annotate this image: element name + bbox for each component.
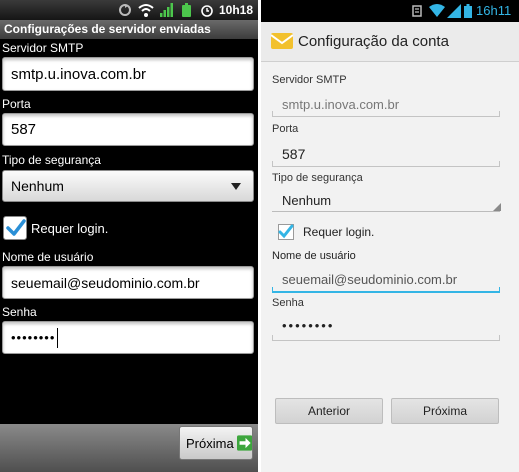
right-screen: 16h11 Configuração da conta Servidor SMT…	[261, 0, 519, 472]
battery-icon	[182, 3, 191, 17]
username-value: seuemail@seudominio.com.br	[11, 274, 200, 291]
smtp-label: Servidor SMTP	[272, 74, 347, 86]
text-cursor	[57, 327, 59, 348]
login-checkbox[interactable]	[3, 216, 27, 240]
username-input[interactable]: seuemail@seudominio.com.br	[2, 266, 254, 299]
status-bar: 10h18	[0, 0, 258, 21]
username-underline	[272, 287, 500, 293]
username-label: Nome de usuário	[272, 250, 356, 262]
port-label: Porta	[272, 123, 299, 135]
dropdown-arrow-icon	[231, 183, 241, 190]
port-input[interactable]: 587	[282, 146, 305, 162]
security-label: Tipo de segurança	[272, 172, 363, 184]
action-bar: Configuração da conta	[261, 22, 519, 62]
security-select[interactable]: Nenhum	[282, 193, 331, 208]
checkmark-icon	[6, 219, 26, 236]
arrow-right-icon	[236, 435, 252, 451]
dropdown-corner-icon	[493, 203, 501, 211]
email-app-icon	[271, 33, 293, 49]
wifi-icon	[138, 4, 154, 17]
notification-icon	[412, 5, 422, 17]
password-input[interactable]: ••••••••	[2, 321, 254, 354]
page-title: Configuração da conta	[298, 33, 449, 50]
smtp-label: Servidor SMTP	[2, 41, 84, 55]
port-label: Porta	[2, 97, 31, 111]
login-label: Requer login.	[31, 221, 109, 236]
password-input[interactable]: ••••••••	[282, 318, 334, 333]
smtp-underline	[272, 111, 500, 117]
password-label: Senha	[2, 305, 37, 319]
smtp-input[interactable]: smtp.u.inova.com.br	[2, 57, 254, 91]
password-label: Senha	[272, 297, 304, 309]
username-label: Nome de usuário	[2, 250, 94, 264]
security-value: Nenhum	[11, 178, 64, 194]
security-label: Tipo de segurança	[2, 153, 101, 167]
signal-icon	[447, 4, 461, 18]
battery-icon	[464, 4, 472, 18]
status-time: 10h18	[219, 3, 254, 17]
next-button[interactable]: Próxima	[179, 426, 253, 460]
smtp-input[interactable]: smtp.u.inova.com.br	[282, 97, 399, 112]
security-select[interactable]: Nenhum	[2, 170, 254, 202]
port-input[interactable]: 587	[2, 113, 254, 146]
smtp-value: smtp.u.inova.com.br	[11, 65, 147, 83]
page-title: Configurações de servidor enviadas	[0, 20, 258, 39]
password-value: ••••••••	[11, 330, 56, 345]
port-value: 587	[11, 121, 37, 138]
signal-icon	[160, 3, 173, 17]
username-input[interactable]: seuemail@seudominio.com.br	[282, 272, 457, 287]
status-time: 16h11	[476, 3, 512, 18]
status-bar: 16h11	[261, 0, 519, 22]
wifi-icon	[429, 4, 445, 17]
password-underline	[272, 335, 500, 341]
security-underline	[272, 211, 500, 212]
previous-button[interactable]: Anterior	[275, 398, 383, 424]
sync-icon	[119, 4, 131, 16]
login-checkbox[interactable]	[278, 224, 294, 240]
next-button[interactable]: Próxima	[391, 398, 499, 424]
left-screen: 10h18 Configurações de servidor enviadas…	[0, 0, 258, 472]
next-button-label: Próxima	[186, 435, 234, 451]
port-underline	[272, 161, 500, 167]
alarm-icon	[201, 5, 213, 17]
login-label: Requer login.	[303, 225, 375, 239]
